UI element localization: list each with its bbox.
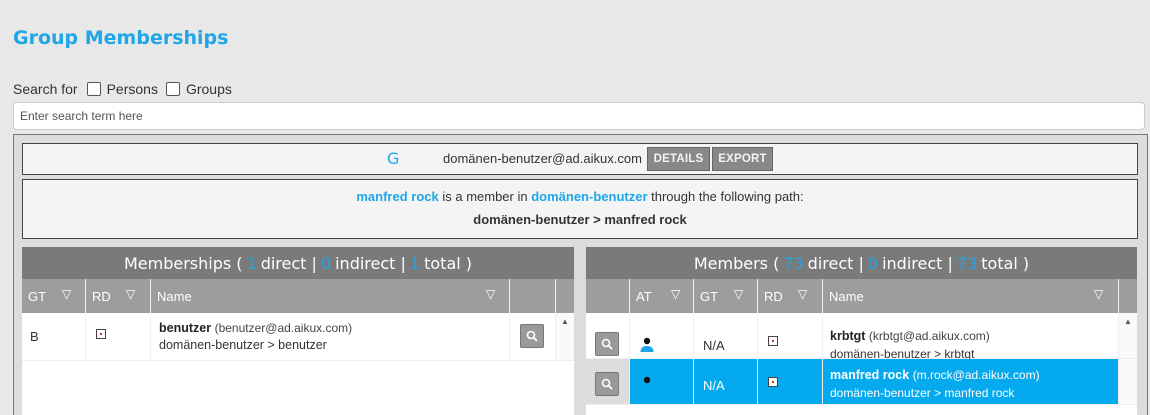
path-text-end: through the following path: — [647, 189, 804, 204]
table-row[interactable]: N/A manfred rock (m.rock@ad.aikux.com) d… — [586, 359, 1137, 405]
memberships-title: Memberships ( 1 direct | 0 indirect | 1 … — [22, 247, 574, 279]
column-rd[interactable]: RD ▽ — [86, 279, 151, 313]
row-path: domänen-benutzer > benutzer — [159, 338, 327, 352]
column-rd[interactable]: RD ▽ — [758, 279, 823, 313]
members-total-count: 73 — [956, 253, 978, 273]
column-actions — [510, 279, 556, 313]
path-chain: domänen-benutzer > manfred rock — [473, 212, 687, 227]
results-container: G domänen-benutzer@ad.aikux.com DETAILS … — [13, 134, 1148, 415]
persons-checkbox[interactable] — [86, 81, 101, 96]
members-panel: Members ( 73 direct | 0 indirect | 73 to… — [586, 247, 1137, 415]
members-title: Members ( 73 direct | 0 indirect | 73 to… — [586, 247, 1137, 279]
scrollbar[interactable]: ▲ — [1119, 313, 1137, 358]
group-info-bar: G domänen-benutzer@ad.aikux.com DETAILS … — [22, 143, 1138, 175]
filter-icon[interactable]: ▽ — [1094, 287, 1103, 301]
export-button[interactable]: EXPORT — [712, 147, 773, 171]
table-row[interactable]: N/A krbtgt (krbtgt@ad.aikux.com) domänen… — [586, 313, 1137, 361]
scroll-up-icon[interactable]: ▲ — [1124, 317, 1132, 326]
scroll-up-icon[interactable]: ▲ — [561, 317, 569, 326]
memberships-panel: Memberships ( 1 direct | 0 indirect | 1 … — [22, 247, 574, 415]
column-name[interactable]: Name ▽ — [151, 279, 510, 313]
view-details-button[interactable] — [595, 332, 619, 356]
scrollbar-header — [1119, 279, 1137, 313]
person-icon — [640, 337, 654, 352]
magnifier-icon — [601, 378, 613, 390]
gt-value: N/A — [703, 338, 725, 353]
members-indirect-count: 0 — [867, 253, 879, 273]
page-title: Group Memberships — [13, 27, 229, 49]
row-name: manfred rock — [830, 368, 910, 382]
row-email: (krbtgt@ad.aikux.com) — [868, 329, 990, 343]
view-details-button[interactable] — [520, 324, 544, 348]
details-button[interactable]: DETAILS — [647, 147, 710, 171]
scrollbar[interactable]: ▲ — [556, 313, 574, 360]
row-path: domänen-benutzer > manfred rock — [830, 386, 1015, 400]
filter-icon[interactable]: ▽ — [671, 287, 680, 301]
column-gt[interactable]: GT ▽ — [694, 279, 758, 313]
memberships-column-headers: GT ▽ RD ▽ Name ▽ — [22, 279, 574, 313]
filter-icon[interactable]: ▽ — [486, 287, 495, 301]
column-actions — [586, 279, 630, 313]
magnifier-icon — [601, 338, 613, 350]
memberships-indirect-count: 0 — [320, 253, 332, 273]
scrollbar-header — [556, 279, 574, 313]
row-email: (m.rock@ad.aikux.com) — [912, 368, 1040, 382]
persons-label[interactable]: Persons — [107, 81, 158, 97]
group-email: domänen-benutzer@ad.aikux.com — [443, 151, 642, 166]
path-text-mid: is a member in — [438, 189, 532, 204]
table-row[interactable]: B benutzer (benutzer@ad.aikux.com) domän… — [22, 313, 574, 361]
person-icon — [643, 376, 651, 384]
path-info-box: manfred rock is a member in domänen-benu… — [22, 179, 1138, 239]
filter-icon[interactable]: ▽ — [734, 287, 743, 301]
members-column-headers: AT ▽ GT ▽ RD ▽ Name ▽ — [586, 279, 1137, 313]
gt-value: B — [30, 329, 39, 344]
filter-icon[interactable]: ▽ — [798, 287, 807, 301]
magnifier-icon — [526, 330, 538, 342]
members-direct-count: 73 — [783, 253, 804, 273]
rd-checkbox-icon — [768, 377, 778, 387]
path-sentence: manfred rock is a member in domänen-benu… — [23, 189, 1137, 204]
view-details-button[interactable] — [595, 372, 619, 396]
search-input[interactable] — [13, 102, 1145, 130]
gt-value: N/A — [703, 378, 725, 393]
rd-checkbox-icon — [96, 329, 106, 339]
column-gt[interactable]: GT ▽ — [22, 279, 86, 313]
groups-label[interactable]: Groups — [186, 81, 232, 97]
column-name[interactable]: Name ▽ — [823, 279, 1119, 313]
path-group-link[interactable]: domänen-benutzer — [531, 189, 647, 204]
row-email: (benutzer@ad.aikux.com) — [214, 321, 353, 335]
column-at[interactable]: AT ▽ — [630, 279, 694, 313]
scrollbar[interactable] — [1119, 359, 1137, 404]
path-member-link[interactable]: manfred rock — [356, 189, 438, 204]
search-for-label: Search for — [13, 80, 78, 97]
row-name: benutzer — [159, 321, 212, 335]
memberships-direct-count: 1 — [246, 253, 257, 273]
filter-icon[interactable]: ▽ — [126, 287, 135, 301]
memberships-total-count: 1 — [409, 253, 421, 273]
group-icon: G — [387, 149, 400, 168]
filter-icon[interactable]: ▽ — [62, 287, 71, 301]
row-name: krbtgt — [830, 329, 866, 343]
groups-checkbox[interactable] — [165, 81, 180, 96]
rd-checkbox-icon — [768, 336, 778, 346]
search-for-row: Search for Persons Groups — [13, 80, 232, 97]
